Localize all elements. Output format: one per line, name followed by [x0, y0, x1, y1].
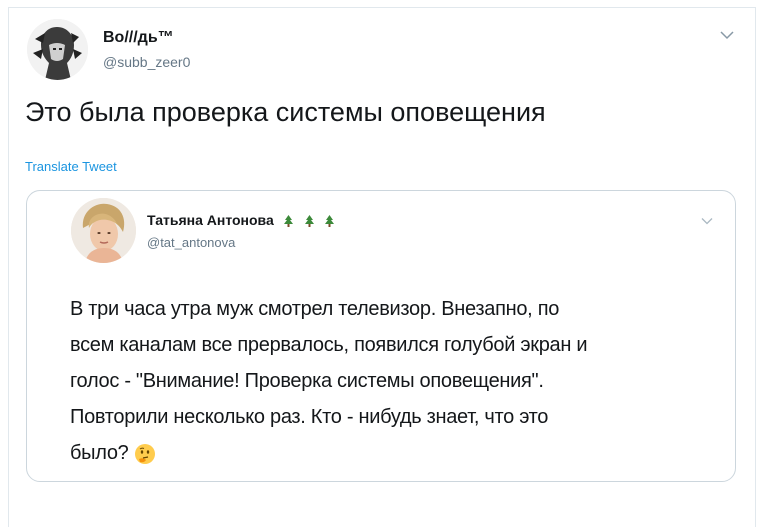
quoted-user-handle[interactable]: @tat_antonova — [147, 235, 235, 250]
user-handle[interactable]: @subb_zeer0 — [103, 54, 190, 70]
quoted-text-fragment: было? — [70, 442, 129, 464]
display-name[interactable]: Во///дь™ — [103, 29, 174, 47]
quoted-text-line: Повторили несколько раз. Кто - нибудь зн… — [70, 406, 549, 428]
quoted-avatar-image — [71, 198, 136, 263]
thinking-face-icon — [135, 443, 156, 464]
quoted-text-line: В три часа утра муж смотрел телевизор. В… — [70, 298, 560, 320]
christmas-tree-icon — [325, 215, 335, 228]
quoted-text-line-last: было? — [70, 435, 710, 471]
quoted-name-text: Татьяна Антонова — [147, 212, 274, 228]
translate-tweet-link[interactable]: Translate Tweet — [25, 159, 117, 174]
quoted-chevron-down-icon[interactable] — [701, 217, 713, 225]
quoted-avatar[interactable] — [71, 198, 136, 263]
tweet-text: Это была проверка системы оповещения — [25, 97, 546, 127]
quoted-text-line: голос - "Внимание! Проверка системы опов… — [70, 370, 544, 392]
christmas-tree-icon — [283, 215, 293, 228]
quoted-display-name[interactable]: Татьяна Антонова — [147, 212, 336, 228]
christmas-tree-icon — [304, 215, 314, 228]
avatar-image — [27, 19, 88, 80]
chevron-down-icon[interactable] — [720, 30, 734, 40]
avatar[interactable] — [27, 19, 88, 80]
quoted-tweet-text: В три часа утра муж смотрел телевизор. В… — [70, 291, 710, 471]
quoted-text-line: всем каналам все прервалось, появился го… — [70, 334, 588, 356]
